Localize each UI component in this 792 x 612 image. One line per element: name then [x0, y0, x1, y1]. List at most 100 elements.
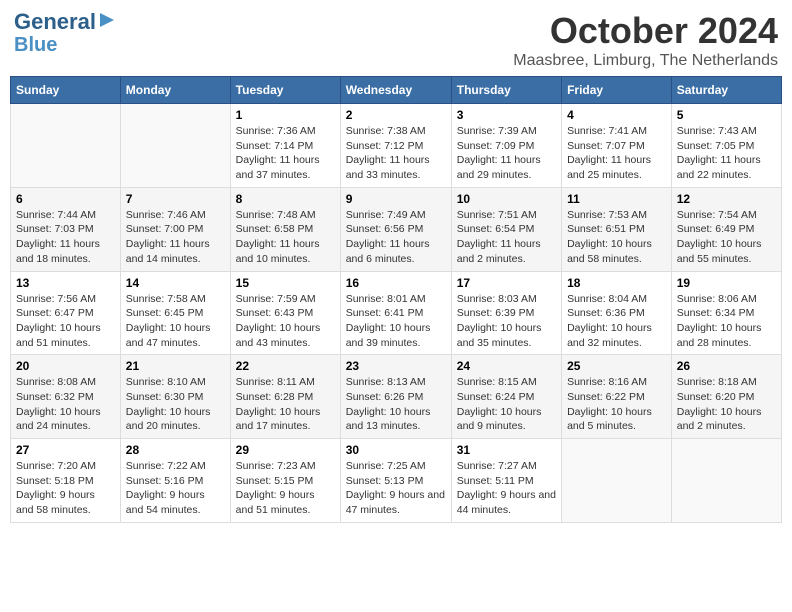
calendar-cell: 12 Sunrise: 7:54 AM Sunset: 6:49 PM Dayli…	[671, 187, 781, 271]
location: Maasbree, Limburg, The Netherlands	[513, 52, 778, 70]
day-number: 18	[567, 276, 666, 290]
calendar-cell: 29 Sunrise: 7:23 AM Sunset: 5:15 PM Dayli…	[230, 439, 340, 523]
calendar-cell: 28Sunrise: 7:22 AM Sunset: 5:16 PM Dayli…	[120, 439, 230, 523]
day-detail: Sunrise: 7:53 AM Sunset: 6:51 PM Dayligh…	[567, 208, 666, 267]
day-detail: Sunrise: 8:16 AM Sunset: 6:22 PM Dayligh…	[567, 375, 666, 434]
day-number: 2	[346, 108, 446, 122]
calendar-cell: 30Sunrise: 7:25 AM Sunset: 5:13 PM Dayli…	[340, 439, 451, 523]
day-detail: Sunrise: 8:11 AM Sunset: 6:28 PM Dayligh…	[236, 375, 335, 434]
calendar-table: SundayMondayTuesdayWednesdayThursdayFrid…	[10, 76, 782, 523]
calendar-cell: 25 Sunrise: 8:16 AM Sunset: 6:22 PM Dayli…	[562, 355, 672, 439]
calendar-header-row: SundayMondayTuesdayWednesdayThursdayFrid…	[11, 77, 782, 104]
calendar-cell: 11 Sunrise: 7:53 AM Sunset: 6:51 PM Dayli…	[562, 187, 672, 271]
day-number: 31	[457, 443, 556, 457]
day-detail: Sunrise: 8:08 AM Sunset: 6:32 PM Dayligh…	[16, 375, 115, 434]
day-detail: Sunrise: 8:18 AM Sunset: 6:20 PM Dayligh…	[677, 375, 776, 434]
calendar-cell: 2Sunrise: 7:38 AM Sunset: 7:12 PM Daylig…	[340, 104, 451, 188]
day-detail: Sunrise: 8:04 AM Sunset: 6:36 PM Dayligh…	[567, 292, 666, 351]
day-detail: Sunrise: 7:51 AM Sunset: 6:54 PM Dayligh…	[457, 208, 556, 267]
day-detail: Sunrise: 7:23 AM Sunset: 5:15 PM Dayligh…	[236, 459, 335, 518]
week-row-2: 6Sunrise: 7:44 AM Sunset: 7:03 PM Daylig…	[11, 187, 782, 271]
day-number: 1	[236, 108, 335, 122]
day-number: 23	[346, 359, 446, 373]
page-header: General Blue October 2024 Maasbree, Limb…	[10, 10, 782, 70]
day-number: 14	[126, 276, 225, 290]
day-number: 25	[567, 359, 666, 373]
calendar-cell: 1 Sunrise: 7:36 AM Sunset: 7:14 PM Daylig…	[230, 104, 340, 188]
day-number: 20	[16, 359, 115, 373]
day-number: 12	[677, 192, 776, 206]
calendar-cell	[562, 439, 672, 523]
day-number: 19	[677, 276, 776, 290]
day-detail: Sunrise: 7:41 AM Sunset: 7:07 PM Dayligh…	[567, 124, 666, 183]
day-detail: Sunrise: 8:15 AM Sunset: 6:24 PM Dayligh…	[457, 375, 556, 434]
calendar-cell: 8 Sunrise: 7:48 AM Sunset: 6:58 PM Daylig…	[230, 187, 340, 271]
calendar-cell: 20 Sunrise: 8:08 AM Sunset: 6:32 PM Dayli…	[11, 355, 121, 439]
week-row-5: 27 Sunrise: 7:20 AM Sunset: 5:18 PM Dayli…	[11, 439, 782, 523]
logo-arrow-icon	[98, 11, 116, 29]
day-detail: Sunrise: 7:20 AM Sunset: 5:18 PM Dayligh…	[16, 459, 115, 518]
day-number: 15	[236, 276, 335, 290]
week-row-1: 1 Sunrise: 7:36 AM Sunset: 7:14 PM Daylig…	[11, 104, 782, 188]
day-number: 24	[457, 359, 556, 373]
day-number: 17	[457, 276, 556, 290]
day-detail: Sunrise: 7:44 AM Sunset: 7:03 PM Dayligh…	[16, 208, 115, 267]
day-detail: Sunrise: 7:43 AM Sunset: 7:05 PM Dayligh…	[677, 124, 776, 183]
logo-blue: Blue	[14, 34, 57, 56]
day-number: 9	[346, 192, 446, 206]
logo: General Blue	[14, 10, 116, 56]
day-number: 3	[457, 108, 556, 122]
day-number: 26	[677, 359, 776, 373]
day-number: 29	[236, 443, 335, 457]
day-detail: Sunrise: 7:36 AM Sunset: 7:14 PM Dayligh…	[236, 124, 335, 183]
day-detail: Sunrise: 7:54 AM Sunset: 6:49 PM Dayligh…	[677, 208, 776, 267]
title-section: October 2024 Maasbree, Limburg, The Neth…	[513, 10, 778, 70]
calendar-cell: 7 Sunrise: 7:46 AM Sunset: 7:00 PM Daylig…	[120, 187, 230, 271]
day-number: 22	[236, 359, 335, 373]
day-detail: Sunrise: 8:10 AM Sunset: 6:30 PM Dayligh…	[126, 375, 225, 434]
calendar-cell: 18 Sunrise: 8:04 AM Sunset: 6:36 PM Dayli…	[562, 271, 672, 355]
day-detail: Sunrise: 7:56 AM Sunset: 6:47 PM Dayligh…	[16, 292, 115, 351]
calendar-cell: 3Sunrise: 7:39 AM Sunset: 7:09 PM Daylig…	[451, 104, 561, 188]
calendar-cell: 10 Sunrise: 7:51 AM Sunset: 6:54 PM Dayli…	[451, 187, 561, 271]
logo-text: General	[14, 10, 96, 34]
day-detail: Sunrise: 7:59 AM Sunset: 6:43 PM Dayligh…	[236, 292, 335, 351]
day-number: 10	[457, 192, 556, 206]
day-detail: Sunrise: 8:03 AM Sunset: 6:39 PM Dayligh…	[457, 292, 556, 351]
day-detail: Sunrise: 7:58 AM Sunset: 6:45 PM Dayligh…	[126, 292, 225, 351]
calendar-cell: 19 Sunrise: 8:06 AM Sunset: 6:34 PM Dayli…	[671, 271, 781, 355]
calendar-cell: 17 Sunrise: 8:03 AM Sunset: 6:39 PM Dayli…	[451, 271, 561, 355]
day-number: 13	[16, 276, 115, 290]
calendar-cell: 13 Sunrise: 7:56 AM Sunset: 6:47 PM Dayli…	[11, 271, 121, 355]
day-detail: Sunrise: 8:06 AM Sunset: 6:34 PM Dayligh…	[677, 292, 776, 351]
day-number: 7	[126, 192, 225, 206]
col-header-monday: Monday	[120, 77, 230, 104]
calendar-cell	[120, 104, 230, 188]
day-detail: Sunrise: 7:27 AM Sunset: 5:11 PM Dayligh…	[457, 459, 556, 518]
day-number: 27	[16, 443, 115, 457]
calendar-cell: 16Sunrise: 8:01 AM Sunset: 6:41 PM Dayli…	[340, 271, 451, 355]
day-number: 8	[236, 192, 335, 206]
calendar-cell	[671, 439, 781, 523]
calendar-cell: 26 Sunrise: 8:18 AM Sunset: 6:20 PM Dayli…	[671, 355, 781, 439]
col-header-thursday: Thursday	[451, 77, 561, 104]
day-number: 21	[126, 359, 225, 373]
day-detail: Sunrise: 8:13 AM Sunset: 6:26 PM Dayligh…	[346, 375, 446, 434]
calendar-cell: 31 Sunrise: 7:27 AM Sunset: 5:11 PM Dayli…	[451, 439, 561, 523]
col-header-tuesday: Tuesday	[230, 77, 340, 104]
col-header-wednesday: Wednesday	[340, 77, 451, 104]
day-number: 4	[567, 108, 666, 122]
day-detail: Sunrise: 7:48 AM Sunset: 6:58 PM Dayligh…	[236, 208, 335, 267]
calendar-cell: 22 Sunrise: 8:11 AM Sunset: 6:28 PM Dayli…	[230, 355, 340, 439]
day-detail: Sunrise: 8:01 AM Sunset: 6:41 PM Dayligh…	[346, 292, 446, 351]
calendar-cell: 6Sunrise: 7:44 AM Sunset: 7:03 PM Daylig…	[11, 187, 121, 271]
month-title: October 2024	[513, 10, 778, 52]
col-header-friday: Friday	[562, 77, 672, 104]
calendar-cell: 4 Sunrise: 7:41 AM Sunset: 7:07 PM Daylig…	[562, 104, 672, 188]
day-detail: Sunrise: 7:46 AM Sunset: 7:00 PM Dayligh…	[126, 208, 225, 267]
calendar-cell	[11, 104, 121, 188]
day-number: 28	[126, 443, 225, 457]
calendar-cell: 24 Sunrise: 8:15 AM Sunset: 6:24 PM Dayli…	[451, 355, 561, 439]
calendar-cell: 21 Sunrise: 8:10 AM Sunset: 6:30 PM Dayli…	[120, 355, 230, 439]
day-number: 11	[567, 192, 666, 206]
